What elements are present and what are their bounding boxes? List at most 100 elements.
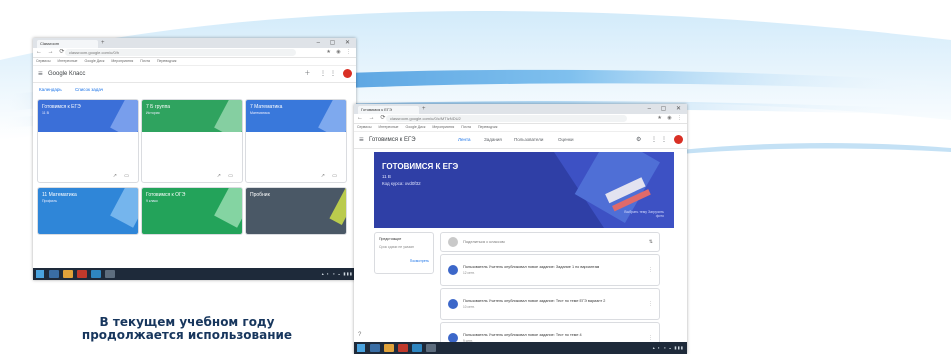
tab-stream[interactable]: Лента bbox=[458, 132, 470, 148]
window-controls[interactable]: – ▢ ✕ bbox=[648, 104, 685, 114]
calendar-link[interactable]: Календарь bbox=[39, 87, 62, 92]
app-bar-icons[interactable]: ＋ ⋮⋮ bbox=[304, 66, 340, 82]
avatar[interactable] bbox=[674, 135, 683, 144]
bookmark-item[interactable]: Почта bbox=[140, 58, 150, 65]
course-card[interactable]: Готовимся к ЕГЭ 11 В ↗ ▭ bbox=[37, 99, 139, 183]
browser-tab[interactable]: Готовимся к ЕГЭ bbox=[358, 106, 419, 114]
url-field[interactable]: classroom.google.com/u/0/h bbox=[65, 49, 296, 56]
course-card[interactable]: Готовимся к ОГЭ 9 класс bbox=[141, 187, 243, 235]
bookmark-item[interactable]: Интересные bbox=[379, 124, 399, 131]
tab-classwork[interactable]: Задания bbox=[484, 132, 502, 148]
bookmark-item[interactable]: Сервисы bbox=[357, 124, 372, 131]
help-icon[interactable]: ? bbox=[358, 332, 361, 338]
course-card-icons[interactable]: ↗ ▭ bbox=[217, 173, 236, 179]
post-text[interactable]: Пользователь Учитель опубликовал новое з… bbox=[463, 299, 605, 303]
classroom-app-bar: ≡ Готовимся к ЕГЭ Лента Задания Пользова… bbox=[354, 132, 687, 149]
course-card-icons[interactable]: ↗ ▭ bbox=[113, 173, 132, 179]
start-button-icon[interactable] bbox=[357, 344, 365, 352]
bookmarks-bar: Сервисы Интересные Google Диск Мероприят… bbox=[33, 58, 356, 66]
banner-actions[interactable]: Выбрать тему Загрузить фото bbox=[624, 210, 664, 218]
course-card[interactable]: Пробник bbox=[245, 187, 347, 235]
window-controls[interactable]: – ▢ ✕ bbox=[317, 38, 354, 48]
bookmark-item[interactable]: Переводчик bbox=[157, 58, 176, 65]
taskbar-app-icon[interactable] bbox=[426, 344, 436, 352]
system-tray[interactable]: ▴ ◐ ◑ ◒ ▮▮▮ bbox=[653, 342, 684, 354]
upcoming-panel: Предстоящие Срок сдачи не указан Посмотр… bbox=[374, 232, 434, 274]
course-title[interactable]: 7 Математика bbox=[250, 104, 282, 110]
taskbar-app-icon[interactable] bbox=[370, 344, 380, 352]
bookmark-item[interactable]: Почта bbox=[461, 124, 471, 131]
bookmark-item[interactable]: Интересные bbox=[58, 58, 78, 65]
banner-illustration bbox=[214, 188, 242, 228]
bookmark-item[interactable]: Сервисы bbox=[36, 58, 51, 65]
avatar bbox=[448, 237, 458, 247]
new-tab-icon[interactable]: + bbox=[101, 39, 105, 47]
post-text[interactable]: Пользователь Учитель опубликовал новое з… bbox=[463, 333, 582, 337]
course-card[interactable]: 7 Математика Математика ↗ ▭ bbox=[245, 99, 347, 183]
browser-extension-icons[interactable]: ★ ◉ ⋮ bbox=[326, 48, 353, 57]
stream-post[interactable]: Пользователь Учитель опубликовал новое з… bbox=[440, 254, 660, 286]
share-with-class-box[interactable]: Поделиться с классом ⇅ bbox=[440, 232, 660, 252]
course-code: Код курса: xvd0f32 bbox=[382, 181, 421, 186]
tab-people[interactable]: Пользователи bbox=[514, 132, 543, 148]
stream-post[interactable]: Пользователь Учитель опубликовал новое з… bbox=[440, 288, 660, 320]
url-field[interactable]: classroom.google.com/u/0/c/MTIzNDU2 bbox=[386, 115, 627, 122]
taskbar-app-icon[interactable] bbox=[77, 270, 87, 278]
taskbar-app-icon[interactable] bbox=[49, 270, 59, 278]
course-card[interactable]: 11 Математика Профиль bbox=[37, 187, 139, 235]
windows-taskbar: ▴ ◐ ◑ ◒ ▮▮▮ bbox=[354, 342, 687, 354]
course-banner: Готовимся к ЕГЭ 11 В bbox=[38, 100, 138, 132]
bookmark-item[interactable]: Переводчик bbox=[478, 124, 497, 131]
windows-taskbar: ▴ ◐ ◑ ◒ ▮▮▮ bbox=[33, 268, 356, 280]
assignment-icon bbox=[448, 299, 458, 309]
repost-icon[interactable]: ⇅ bbox=[649, 233, 653, 251]
course-card-icons[interactable]: ↗ ▭ bbox=[321, 173, 340, 179]
classroom-app-bar: ≡ Google Класс ＋ ⋮⋮ bbox=[33, 66, 356, 83]
classroom-sub-links: Календарь Список задач bbox=[33, 83, 356, 97]
taskbar-app-icon[interactable] bbox=[398, 344, 408, 352]
menu-icon[interactable]: ≡ bbox=[38, 68, 43, 80]
post-text[interactable]: Пользователь Учитель опубликовал новое з… bbox=[463, 265, 599, 269]
todo-link[interactable]: Список задач bbox=[75, 87, 103, 92]
browser-nav-icons[interactable]: ← → ⟳ bbox=[36, 48, 66, 57]
banner-illustration bbox=[110, 188, 138, 228]
bookmarks-bar: Сервисы Интересные Google Диск Мероприят… bbox=[354, 124, 687, 132]
app-title[interactable]: Google Класс bbox=[48, 66, 85, 82]
app-bar-icons[interactable]: ⚙ ⋮⋮ bbox=[636, 132, 671, 148]
taskbar-app-icon[interactable] bbox=[63, 270, 73, 278]
course-title[interactable]: Пробник bbox=[250, 192, 270, 198]
browser-nav-icons[interactable]: ← → ⟳ bbox=[357, 114, 387, 123]
course-app-title[interactable]: Готовимся к ЕГЭ bbox=[369, 132, 416, 148]
browser-tab[interactable]: Classroom bbox=[37, 40, 98, 48]
more-options-icon[interactable]: ⋮ bbox=[648, 255, 653, 285]
more-options-icon[interactable]: ⋮ bbox=[648, 289, 653, 319]
course-banner: Пробник bbox=[246, 188, 346, 234]
bookmark-item[interactable]: Мероприятия bbox=[432, 124, 454, 131]
system-tray[interactable]: ▴ ◐ ◑ ◒ ▮▮▮ bbox=[322, 268, 353, 280]
taskbar-app-icon[interactable] bbox=[384, 344, 394, 352]
course-title[interactable]: 7 Б группа bbox=[146, 104, 170, 110]
taskbar-app-icon[interactable] bbox=[105, 270, 115, 278]
bookmark-item[interactable]: Google Диск bbox=[405, 124, 425, 131]
new-tab-icon[interactable]: + bbox=[422, 105, 426, 113]
course-title[interactable]: 11 Математика bbox=[42, 192, 77, 198]
menu-icon[interactable]: ≡ bbox=[359, 134, 364, 146]
course-title[interactable]: Готовимся к ЕГЭ bbox=[42, 104, 81, 110]
browser-extension-icons[interactable]: ★ ◉ ⋮ bbox=[657, 114, 684, 123]
course-subtitle: История bbox=[146, 111, 160, 115]
start-button-icon[interactable] bbox=[36, 270, 44, 278]
tab-grades[interactable]: Оценки bbox=[558, 132, 574, 148]
share-prompt[interactable]: Поделиться с классом bbox=[463, 233, 505, 251]
course-banner: 7 Математика Математика bbox=[246, 100, 346, 132]
course-title: ГОТОВИМСЯ К ЕГЭ bbox=[382, 162, 459, 171]
bookmark-item[interactable]: Мероприятия bbox=[111, 58, 133, 65]
bookmark-item[interactable]: Google Диск bbox=[84, 58, 104, 65]
course-title[interactable]: Готовимся к ОГЭ bbox=[146, 192, 185, 198]
view-all-link[interactable]: Посмотреть bbox=[379, 259, 429, 263]
avatar[interactable] bbox=[343, 69, 352, 78]
taskbar-app-icon[interactable] bbox=[91, 270, 101, 278]
course-card[interactable]: 7 Б группа История ↗ ▭ bbox=[141, 99, 243, 183]
course-subtitle: Математика bbox=[250, 111, 270, 115]
taskbar-app-icon[interactable] bbox=[412, 344, 422, 352]
course-subtitle: Профиль bbox=[42, 199, 58, 203]
